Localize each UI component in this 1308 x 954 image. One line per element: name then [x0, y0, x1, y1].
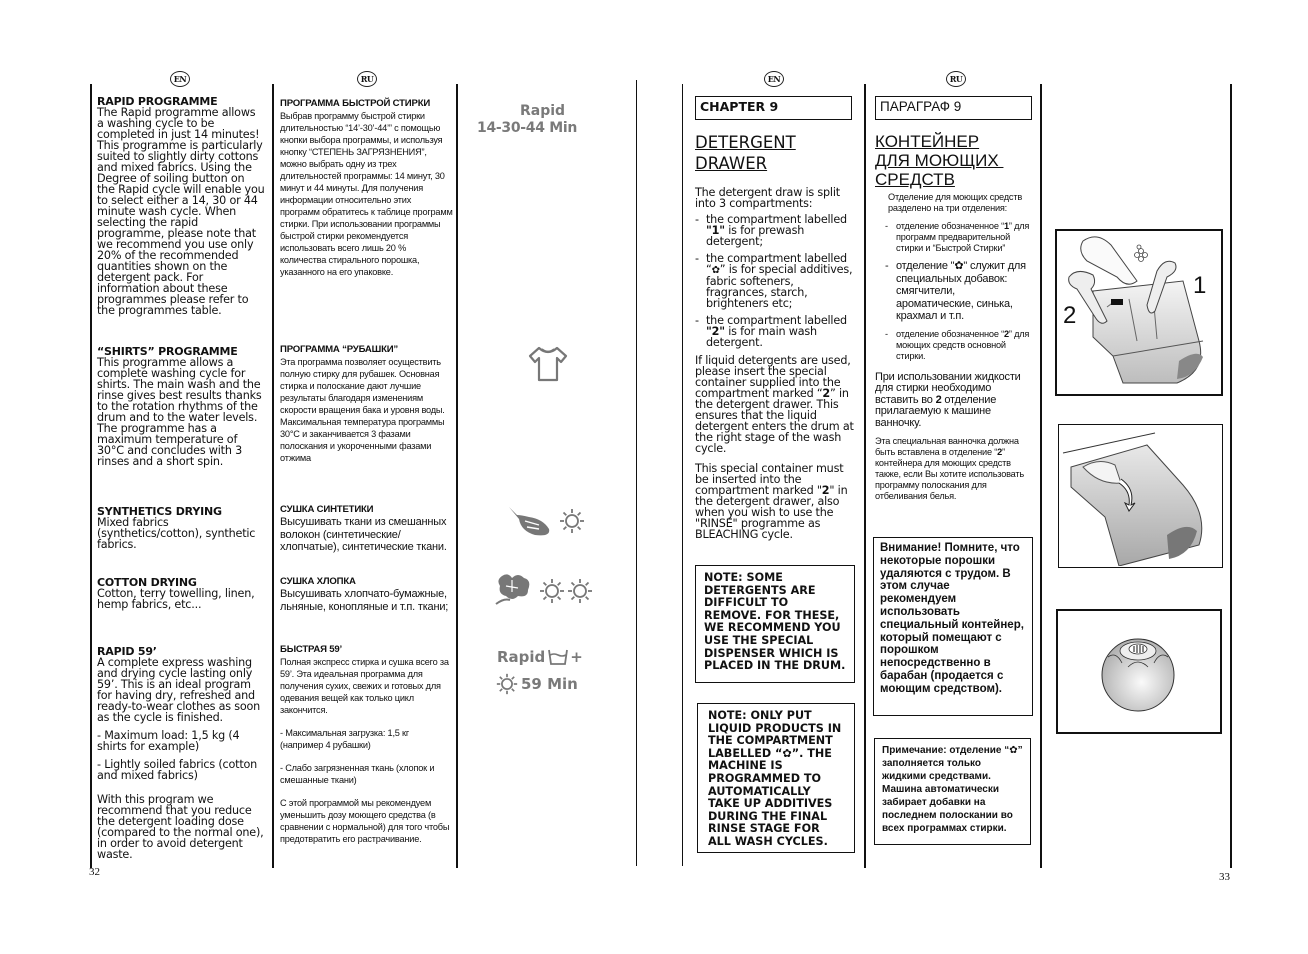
note-box: Примечание: отделение “✿” заполняется то… [874, 738, 1031, 845]
intro-text: The detergent draw is split into 3 compa… [695, 186, 840, 210]
left-rule-4 [636, 80, 637, 866]
note-text: ”. THE MACHINE IS PROGRAMMED TO AUTOMATI… [708, 746, 833, 848]
rapid59-plus: + [570, 648, 583, 666]
paragraph: При использовании жидкости для стирки не… [875, 370, 1021, 429]
section-title: ПРОГРАММА БЫСТРОЙ СТИРКИ [280, 98, 431, 109]
section-body: The Rapid programme allows a washing cyc… [97, 106, 265, 317]
left-ru-shirts: ПРОГРАММА “РУБАШКИ” Эта программа позвол… [280, 344, 453, 464]
section-body: Полная экспресс стирка и сушка всего за … [280, 657, 449, 715]
section-body: Высушивать хлопчато-бумажные, льняные, к… [280, 588, 449, 613]
left-en-rapid59: RAPID 59’ A complete express washing and… [97, 646, 265, 860]
note-text: Примечание: отделение “ [882, 745, 1010, 756]
sun-icon [496, 673, 518, 695]
item-text: ” is for special additives, fabric softe… [706, 263, 853, 310]
en-badge: EN [764, 71, 784, 87]
left-rule-1 [90, 84, 92, 868]
list-item: - отделение обозначенное “1” для програм… [885, 221, 1030, 253]
title-line: DETERGENT [695, 133, 796, 152]
section-body: Выбрав программу быстрой стирки длительн… [280, 111, 453, 277]
section-title: ПРОГРАММА “РУБАШКИ” [280, 344, 399, 355]
note-box: NOTE: ONLY PUT LIQUID PRODUCTS IN THE CO… [697, 703, 855, 853]
note-box: Внимание! Помните, что некоторые порошки… [873, 537, 1033, 716]
flower-icon: ✿ [782, 746, 792, 760]
section-extra: - Maximum load: 1,5 kg (4 shirts for exa… [97, 729, 240, 753]
dispenser-ball-figure [1056, 609, 1222, 734]
right-rule-2 [864, 84, 866, 868]
page-number-right: 33 [1219, 871, 1230, 883]
section-body: This programme allows a complete washing… [97, 356, 262, 468]
paragraph: Эта специальная ванночка должна быть вст… [875, 436, 1024, 501]
right-rule-3 [1040, 84, 1042, 868]
title-line: ДЛЯ МОЮЩИХ [875, 151, 1004, 170]
right-ru-body: Отделение для моющих средств разделено н… [875, 192, 1035, 502]
section-body: Высушивать ткани из смешанных волокон (с… [280, 516, 447, 553]
left-ru-cotton: СУШКА ХЛОПКА Высушивать хлопчато-бумажны… [280, 576, 453, 613]
right-rule-4 [1230, 84, 1232, 868]
list-item: - the compartment labelled "1" is for pr… [695, 213, 847, 248]
section-extra: С этой программой мы рекомендуем уменьши… [280, 798, 450, 844]
liquid-container-figure [1058, 424, 1223, 568]
wash-tub-icon [548, 649, 569, 665]
flower-icon: ✿ [1009, 745, 1018, 756]
sun-icon [559, 508, 585, 534]
section-extra: - Максимальная загрузка: 1,5 кг (наприме… [280, 728, 410, 750]
cotton-icon [494, 572, 534, 608]
chapter-heading: CHAPTER 9 [695, 96, 852, 120]
ru-badge: RU [946, 71, 966, 87]
paragraph: This special container must be inserted … [695, 462, 848, 541]
rapid-symbol-line1: Rapid [520, 103, 566, 119]
feather-icon [505, 505, 553, 539]
rapid59-line2: 59 Min [496, 673, 578, 695]
shirt-icon [525, 344, 571, 384]
title-line: КОНТЕЙНЕР [875, 132, 980, 151]
detergent-drawer-figure: 1 2 [1055, 229, 1223, 396]
right-rule-1 [682, 84, 683, 866]
section-title: СУШКА ХЛОПКА [280, 576, 356, 587]
left-en-shirts: “SHIRTS” PROGRAMME This programme allows… [97, 346, 265, 467]
left-en-synthetics: SYNTHETICS DRYING Mixed fabrics (synthet… [97, 506, 265, 550]
page-number-left: 32 [89, 866, 100, 878]
rapid59-line1: Rapid + [497, 648, 583, 666]
paragraph: If liquid detergents are used, please in… [695, 354, 854, 455]
rapid-symbol-line2: 14-30-44 Min [477, 120, 578, 136]
left-rule-3 [456, 84, 458, 868]
sun-icon [539, 578, 565, 604]
sun-icon [567, 578, 593, 604]
note-text: ” заполняется только жидкими средствами.… [882, 745, 1023, 834]
section-extra: With this program we recommend that you … [97, 793, 264, 861]
rapid59-label: Rapid [497, 648, 546, 666]
intro-text: Отделение для моющих средств разделено н… [888, 192, 1023, 213]
section-extra: - Слабо загрязненная ткань (хлопок и сме… [280, 763, 435, 785]
en-badge: EN [170, 71, 190, 87]
list-item: - the compartment labelled "2" is for ma… [695, 314, 847, 349]
title-line: DRAWER [695, 154, 768, 173]
left-ru-synthetics: СУШКА СИНТЕТИКИ Высушивать ткани из смеш… [280, 504, 453, 554]
title-line: СРЕДСТВ [875, 170, 955, 189]
section-body: Mixed fabrics (synthetics/cotton), synth… [97, 516, 256, 551]
list-item: - отделение "✿" служит для специальных д… [885, 260, 1026, 322]
section-title: СУШКА СИНТЕТИКИ [280, 504, 374, 515]
section-title: КОНТЕЙНЕР ДЛЯ МОЮЩИХ СРЕДСТВ [875, 132, 1003, 189]
list-item: - отделение обозначенное “2” для моющих … [885, 328, 1030, 361]
section-extra: - Lightly soiled fabrics (cotton and mix… [97, 758, 258, 782]
rapid59-minutes: 59 Min [521, 675, 578, 693]
drawer-label-2: 2 [1063, 302, 1076, 329]
section-title: DETERGENT DRAWER [695, 132, 796, 174]
note-box: NOTE: SOME DETERGENTS ARE DIFFICULT TO R… [695, 565, 855, 683]
drawer-label-1: 1 [1193, 272, 1206, 299]
right-en-body: The detergent draw is split into 3 compa… [695, 187, 857, 540]
ru-badge: RU [357, 71, 377, 87]
left-rule-2 [272, 84, 274, 868]
section-title: БЫСТРАЯ 59’ [280, 644, 343, 655]
left-en-rapid: RAPID PROGRAMME The Rapid programme allo… [97, 96, 265, 316]
left-ru-rapid59: БЫСТРАЯ 59’ Полная экспресс стирка и суш… [280, 644, 453, 845]
chapter-heading: ПАРАГРАФ 9 [875, 96, 1032, 120]
list-item: - the compartment labelled “✿” is for sp… [695, 252, 853, 310]
section-body: Cotton, terry towelling, linen, hemp fab… [97, 587, 255, 611]
section-body: A complete express washing and drying cy… [97, 656, 261, 724]
section-body: Эта программа позволяет осуществить полн… [280, 357, 445, 463]
left-ru-rapid: ПРОГРАММА БЫСТРОЙ СТИРКИ Выбрав программ… [280, 98, 453, 278]
left-en-cotton: COTTON DRYING Cotton, terry towelling, l… [97, 577, 265, 610]
